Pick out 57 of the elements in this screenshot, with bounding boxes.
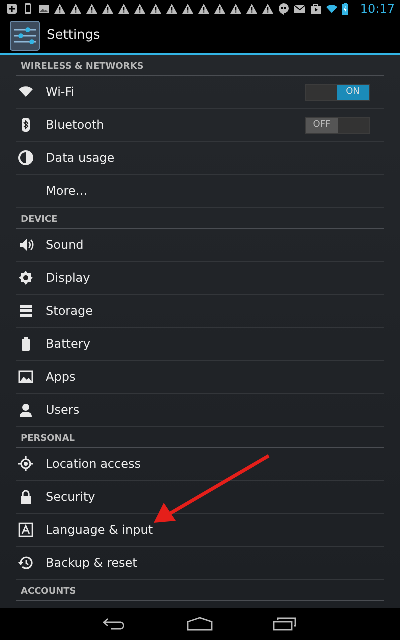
settings-sliders-icon[interactable]: [10, 20, 40, 50]
app-title: Settings: [47, 28, 100, 43]
warning-icon: [70, 3, 82, 15]
chat-bubble-icon: [278, 3, 290, 15]
image-icon: [38, 3, 50, 15]
setting-label[interactable]: Display: [46, 271, 90, 285]
setting-label[interactable]: Backup & reset: [46, 556, 138, 570]
person-icon: [18, 402, 34, 418]
warning-icon: [214, 3, 226, 15]
warning-icon: [166, 3, 178, 15]
warning-icon: [118, 3, 130, 15]
warning-icon: [262, 3, 274, 15]
setting-label[interactable]: Bluetooth: [46, 118, 104, 132]
lock-icon: [18, 489, 34, 505]
setting-label[interactable]: More…: [46, 184, 88, 198]
setting-label[interactable]: Storage: [46, 304, 93, 318]
clock: 10:17: [360, 2, 395, 16]
setting-label[interactable]: Sound: [46, 238, 84, 252]
section-header: PERSONAL: [16, 427, 384, 448]
warning-icon: [134, 3, 146, 15]
setting-label[interactable]: Wi-Fi: [46, 85, 75, 99]
setting-label[interactable]: Data usage: [46, 151, 115, 165]
section-header: WIRELESS & NETWORKS: [16, 55, 384, 76]
pie-chart-icon: [18, 150, 34, 166]
warning-icon: [198, 3, 210, 15]
phone-icon: [22, 3, 34, 15]
warning-icon: [54, 3, 66, 15]
location-icon: [18, 456, 34, 472]
bag-icon: [310, 3, 322, 15]
setting-label[interactable]: Security: [46, 490, 96, 504]
speaker-icon: [18, 237, 34, 253]
brightness-icon: [18, 270, 34, 286]
letter-box-icon: [18, 522, 34, 538]
warning-icon: [182, 3, 194, 15]
image-icon: [18, 369, 34, 385]
section-header: ACCOUNTS: [16, 580, 384, 601]
warning-icon: [246, 3, 258, 15]
home-icon[interactable]: [187, 617, 213, 631]
mail-icon: [294, 3, 306, 15]
storage-icon: [18, 303, 34, 319]
back-icon[interactable]: [103, 618, 127, 630]
recent-apps-icon[interactable]: [273, 617, 297, 631]
setting-label[interactable]: Language & input: [46, 523, 154, 537]
history-icon: [18, 555, 34, 571]
battery-icon: [342, 3, 349, 15]
add-icon: [6, 3, 18, 15]
section-header: DEVICE: [16, 208, 384, 229]
warning-icon: [102, 3, 114, 15]
setting-label[interactable]: Battery: [46, 337, 90, 351]
warning-icon: [86, 3, 98, 15]
warning-icon: [230, 3, 242, 15]
wifi-signal-icon: [326, 3, 338, 15]
warning-icon: [150, 3, 162, 15]
setting-label[interactable]: Apps: [46, 370, 76, 384]
setting-label[interactable]: Users: [46, 403, 80, 417]
toggle-switch[interactable]: OFF: [305, 116, 370, 134]
setting-label[interactable]: Location access: [46, 457, 142, 471]
